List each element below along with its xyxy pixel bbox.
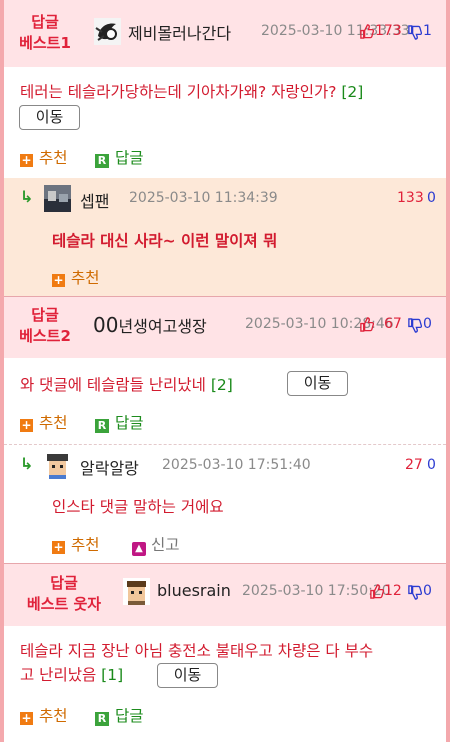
plus-icon: + [20,153,33,167]
reply-arrow-icon: ↳ [20,454,34,473]
thumb-up-icon[interactable] [359,317,374,332]
comment-text: 테슬라 대신 사라~ 이런 말이져 뭐 [52,232,278,250]
downvote-count: 0 [427,457,436,473]
upvote-count: 173 [375,23,402,39]
upvote-count: 12 [384,583,402,599]
avatar[interactable] [123,578,150,605]
plus-icon: + [20,711,33,725]
recommend-button[interactable]: + 추천 [20,411,68,433]
best-badge: 답글 베스트 웃자 [26,574,102,613]
recommend-button[interactable]: + 추천 [52,266,100,288]
reply-button[interactable]: R 답글 [95,146,144,168]
avatar[interactable] [94,18,121,45]
downvote-count: 0 [427,190,436,206]
nickname[interactable]: 00년생여고생장 [93,313,207,337]
reply-arrow-icon: ↳ [20,187,34,206]
reply-r-icon: R [95,712,109,726]
comment-list: 답글 베스트1 제비몰러나간다 2025-03-10 11:33:33 173 … [4,0,446,742]
reply-button[interactable]: R 답글 [95,704,144,726]
nickname[interactable]: bluesrain [157,581,231,600]
nickname[interactable]: 셉팬 [80,188,109,212]
downvote-count: 1 [423,23,432,39]
downvote-count: 0 [423,583,432,599]
plus-icon: + [52,540,65,554]
recommend-button[interactable]: + 추천 [20,146,68,168]
move-button[interactable]: 이동 [287,371,348,396]
comment-text: 와 댓글에 테슬람들 난리났네 [2] [20,376,233,394]
upvote-count: 67 [384,316,402,332]
reply-count: [2] [341,83,364,101]
timestamp: 2025-03-10 17:51:40 [162,457,311,473]
thumb-up-icon[interactable] [369,584,384,599]
upvote-count: 27 [405,457,423,473]
reply-count: [1] [101,666,124,684]
downvote-count: 0 [423,316,432,332]
avatar[interactable] [44,452,71,479]
report-icon: ▲ [132,542,146,556]
divider [4,444,446,445]
thumb-down-icon[interactable] [407,25,422,40]
move-button[interactable]: 이동 [157,663,218,688]
reply-button[interactable]: R 답글 [95,411,144,433]
nickname[interactable]: 제비몰러나간다 [128,20,231,44]
comment-text: 테슬라 지금 장난 아님 충전소 불태우고 차량은 다 부수 고 난리났음 [1… [20,642,374,684]
reply-r-icon: R [95,419,109,433]
report-button[interactable]: ▲ 신고 [132,533,180,556]
recommend-button[interactable]: + 추천 [20,704,68,726]
comment-text: 인스타 댓글 말하는 거에요 [52,498,224,516]
reply-count: [2] [210,376,233,394]
timestamp: 2025-03-10 11:34:39 [129,190,278,206]
reply-r-icon: R [95,154,109,168]
thumb-down-icon[interactable] [407,318,422,333]
best-badge: 답글 베스트1 [19,13,71,52]
plus-icon: + [20,418,33,432]
comment-text: 테러는 테슬라가당하는데 기아차가왜? 자랑인가? [2] [20,83,364,101]
best-badge: 답글 베스트2 [19,306,71,345]
upvote-count: 133 [397,190,424,206]
avatar[interactable] [44,185,71,212]
thumb-up-icon[interactable] [359,24,374,39]
nickname[interactable]: 알락알랑 [80,455,139,479]
plus-icon: + [52,273,65,287]
thumb-down-icon[interactable] [407,585,422,600]
recommend-button[interactable]: + 추천 [52,533,100,555]
move-button[interactable]: 이동 [19,105,80,130]
